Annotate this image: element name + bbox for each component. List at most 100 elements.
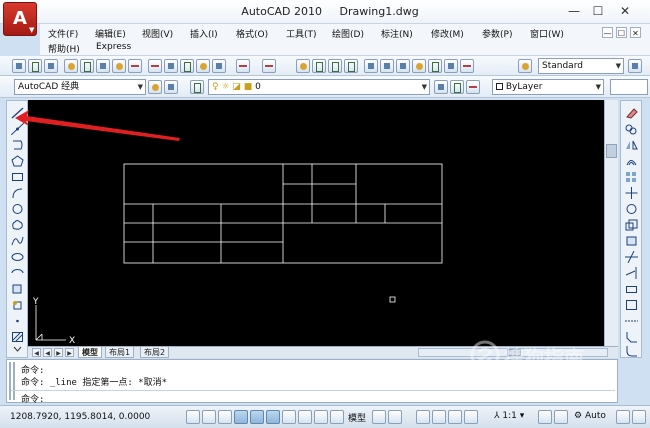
menu-express[interactable]: Express xyxy=(96,42,131,52)
insert-block-icon[interactable] xyxy=(11,283,24,295)
allow-ucs-icon[interactable] xyxy=(282,410,296,424)
zoom-window-icon[interactable] xyxy=(328,59,342,73)
copy-icon[interactable] xyxy=(164,59,178,73)
minimize-button[interactable]: — xyxy=(561,3,587,19)
annotation-scale[interactable]: ⅄ 1:1 ▾ xyxy=(494,411,524,421)
array-tool-icon[interactable] xyxy=(625,171,638,183)
cut-icon[interactable] xyxy=(148,59,162,73)
markup-icon[interactable] xyxy=(428,59,442,73)
layer-previous-icon[interactable] xyxy=(450,80,464,94)
close-button[interactable]: ✕ xyxy=(612,3,638,19)
lineweight-icon[interactable] xyxy=(314,410,328,424)
tool-palettes-icon[interactable] xyxy=(396,59,410,73)
design-center-icon[interactable] xyxy=(380,59,394,73)
paste-icon[interactable] xyxy=(180,59,194,73)
hatch-tool-icon[interactable] xyxy=(11,331,24,343)
menu-draw[interactable]: 绘图(D) xyxy=(332,27,364,40)
zoom-realtime-icon[interactable] xyxy=(312,59,326,73)
tab-prev-icon[interactable]: ◀ xyxy=(43,348,52,357)
scrollbar-thumb[interactable] xyxy=(606,144,617,158)
quick-view-drawings-icon[interactable] xyxy=(388,410,402,424)
model-space-label[interactable]: 模型 xyxy=(348,411,366,424)
coordinate-readout[interactable]: 1208.7920, 1195.8014, 0.0000 xyxy=(10,412,150,422)
zoom-previous-icon[interactable] xyxy=(344,59,358,73)
break-at-point-icon[interactable] xyxy=(625,299,638,311)
arc-tool-icon[interactable] xyxy=(11,187,24,199)
make-current-layer-icon[interactable] xyxy=(434,80,448,94)
palette-chevron-icon[interactable] xyxy=(11,345,24,357)
new-file-icon[interactable] xyxy=(12,59,26,73)
object-snap-icon[interactable] xyxy=(250,410,264,424)
workspace-select[interactable]: AutoCAD 经典 ▼ xyxy=(14,79,146,95)
workspace-switching[interactable]: ⚙ Auto xyxy=(574,411,606,421)
save-icon[interactable] xyxy=(44,59,58,73)
annotation-visibility-icon[interactable] xyxy=(538,410,552,424)
properties-icon[interactable] xyxy=(364,59,378,73)
auto-scale-icon[interactable] xyxy=(554,410,568,424)
break-tool-icon[interactable] xyxy=(625,283,638,295)
polygon-tool-icon[interactable] xyxy=(11,155,24,167)
layer-select[interactable]: ♀ ☼ ◪ ■ 0 ▼ xyxy=(208,79,430,95)
menu-parametric[interactable]: 参数(P) xyxy=(482,27,512,40)
layer-match-icon[interactable] xyxy=(466,80,480,94)
doc-restore-button[interactable]: ☐ xyxy=(616,27,627,38)
join-tool-icon[interactable] xyxy=(625,315,638,327)
dynamic-input-icon[interactable] xyxy=(298,410,312,424)
quick-view-layouts-icon[interactable] xyxy=(372,410,386,424)
maximize-button[interactable]: ☐ xyxy=(585,3,611,19)
menu-view[interactable]: 视图(V) xyxy=(142,27,173,40)
menu-insert[interactable]: 插入(I) xyxy=(190,27,218,40)
chamfer-tool-icon[interactable] xyxy=(625,331,638,343)
text-style-icon[interactable] xyxy=(518,59,532,73)
stretch-tool-icon[interactable] xyxy=(625,235,638,247)
color-select[interactable]: ByLayer ▼ xyxy=(492,79,604,95)
menu-window[interactable]: 窗口(W) xyxy=(530,27,564,40)
quickcalc-icon[interactable] xyxy=(444,59,458,73)
match-properties-icon[interactable] xyxy=(196,59,210,73)
polar-tracking-icon[interactable] xyxy=(234,410,248,424)
pan-status-icon[interactable] xyxy=(416,410,430,424)
text-style-select[interactable]: Standard ▼ xyxy=(538,58,624,74)
erase-tool-icon[interactable] xyxy=(625,107,638,119)
tab-layout2[interactable]: 布局2 xyxy=(140,347,170,358)
linetype-select[interactable] xyxy=(610,79,648,95)
dimension-style-icon[interactable] xyxy=(628,59,642,73)
tab-next-icon[interactable]: ▶ xyxy=(54,348,63,357)
make-block-icon[interactable] xyxy=(11,299,24,311)
zoom-status-icon[interactable] xyxy=(432,410,446,424)
sheet-set-icon[interactable] xyxy=(412,59,426,73)
menu-dimension[interactable]: 标注(N) xyxy=(381,27,413,40)
menu-tools[interactable]: 工具(T) xyxy=(286,27,317,40)
layer-manager-icon[interactable] xyxy=(190,80,204,94)
copy-object-icon[interactable] xyxy=(625,123,638,135)
tab-first-icon[interactable]: ◀ xyxy=(32,348,41,357)
circle-tool-icon[interactable] xyxy=(11,203,24,215)
tab-last-icon[interactable]: ▶ xyxy=(65,348,74,357)
publish-icon[interactable] xyxy=(96,59,110,73)
help-icon[interactable] xyxy=(460,59,474,73)
ortho-mode-icon[interactable] xyxy=(218,410,232,424)
workspace-save-icon[interactable] xyxy=(164,80,178,94)
menu-help[interactable]: 帮助(H) xyxy=(48,42,80,55)
block-editor-icon[interactable] xyxy=(212,59,226,73)
plot-icon[interactable] xyxy=(112,59,126,73)
doc-close-button[interactable]: ✕ xyxy=(630,27,641,38)
ellipse-arc-icon[interactable] xyxy=(11,267,24,279)
command-prompt[interactable]: 命令: xyxy=(21,392,44,405)
clean-screen-icon[interactable] xyxy=(632,410,646,424)
point-tool-icon[interactable] xyxy=(11,315,24,327)
menu-format[interactable]: 格式(O) xyxy=(236,27,268,40)
ellipse-tool-icon[interactable] xyxy=(11,251,24,263)
object-snap-tracking-icon[interactable] xyxy=(266,410,280,424)
rotate-tool-icon[interactable] xyxy=(625,203,638,215)
etransmit-icon[interactable] xyxy=(128,59,142,73)
extend-tool-icon[interactable] xyxy=(625,267,638,279)
lock-icon[interactable] xyxy=(616,410,630,424)
rectangle-tool-icon[interactable] xyxy=(11,171,24,183)
offset-tool-icon[interactable] xyxy=(625,155,638,167)
spline-tool-icon[interactable] xyxy=(11,235,24,247)
mirror-tool-icon[interactable] xyxy=(625,139,638,151)
menu-file[interactable]: 文件(F) xyxy=(48,27,78,40)
showmotion-icon[interactable] xyxy=(464,410,478,424)
fillet-tool-icon[interactable] xyxy=(625,345,638,357)
